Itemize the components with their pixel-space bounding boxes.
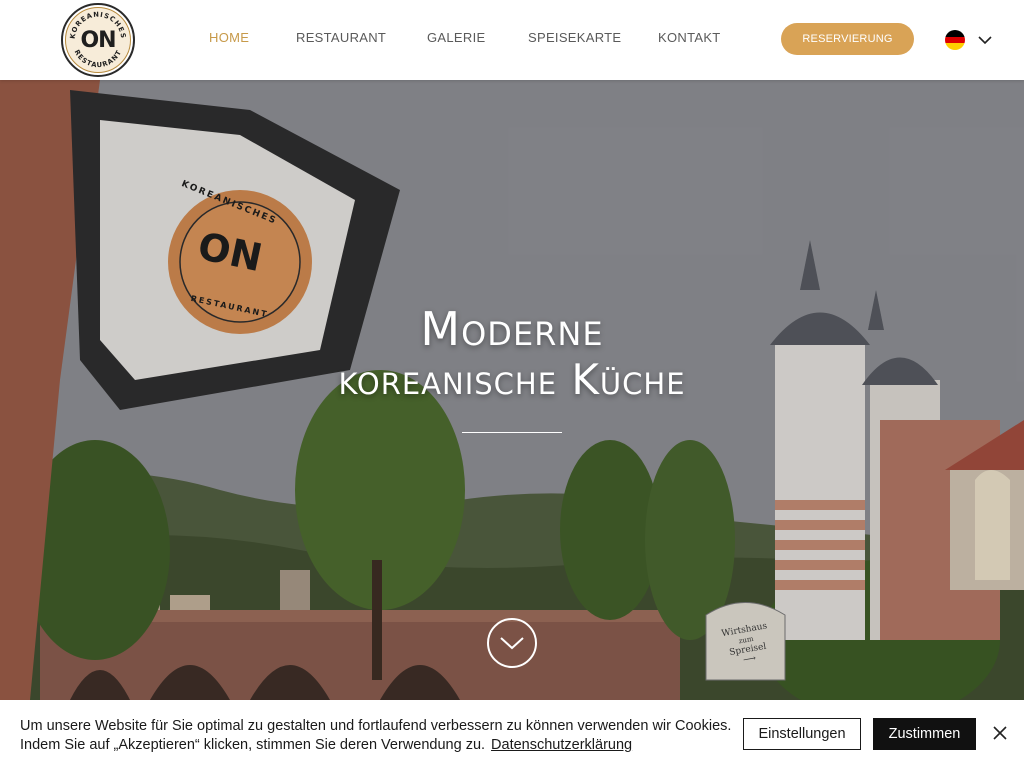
nav-item-galerie[interactable]: GALERIE xyxy=(427,30,485,45)
hero-title-line2: koreanische Küche xyxy=(0,355,1024,404)
chevron-down-circle-icon xyxy=(500,637,524,650)
restaurant-logo[interactable]: KOREANISCHES RESTAURANT ON xyxy=(61,3,135,77)
hero-section: ON KOREANISCHES RESTAURANT Wirtshaus zum… xyxy=(0,80,1024,700)
language-selector[interactable] xyxy=(945,30,993,50)
site-header: KOREANISCHES RESTAURANT ON HOME RESTAURA… xyxy=(0,0,1024,80)
cookie-text-line2-wrap: Indem Sie auf „Akzeptieren“ klicken, sti… xyxy=(20,736,730,755)
nav-item-home[interactable]: HOME xyxy=(209,30,249,45)
hero-title-line1: Moderne xyxy=(0,302,1024,356)
germany-flag-icon xyxy=(945,30,965,50)
hero-title-line1-text: Moderne xyxy=(420,302,604,356)
logo-badge: KOREANISCHES RESTAURANT ON xyxy=(65,7,131,73)
logo-ring-top-text: KOREANISCHES xyxy=(69,11,128,40)
scroll-down-button[interactable] xyxy=(487,618,537,668)
logo-ring-bottom-text: RESTAURANT xyxy=(73,48,124,69)
close-icon[interactable] xyxy=(990,723,1010,743)
cookie-settings-button[interactable]: Einstellungen xyxy=(743,718,861,750)
nav-item-kontakt[interactable]: KONTAKT xyxy=(658,30,721,45)
logo-ring: KOREANISCHES RESTAURANT xyxy=(69,11,128,70)
cookie-message: Um unsere Website für Sie optimal zu ges… xyxy=(20,717,732,755)
nav-item-speisekarte[interactable]: SPEISEKARTE xyxy=(528,30,621,45)
cookie-text-line2: Indem Sie auf „Akzeptieren“ klicken, sti… xyxy=(20,737,486,753)
cookie-banner: Um unsere Website für Sie optimal zu ges… xyxy=(0,700,1024,768)
nav-item-restaurant[interactable]: RESTAURANT xyxy=(296,30,386,45)
reservation-button[interactable]: RESERVIERUNG xyxy=(781,23,914,55)
hero-title-line2-text: koreanische Küche xyxy=(338,355,686,404)
privacy-policy-link[interactable]: Datenschutzerklärung xyxy=(491,737,632,753)
cookie-accept-button[interactable]: Zustimmen xyxy=(873,718,976,750)
chevron-down-icon xyxy=(978,36,992,45)
cookie-text-line1: Um unsere Website für Sie optimal zu ges… xyxy=(20,718,732,734)
hero-divider xyxy=(462,432,562,433)
